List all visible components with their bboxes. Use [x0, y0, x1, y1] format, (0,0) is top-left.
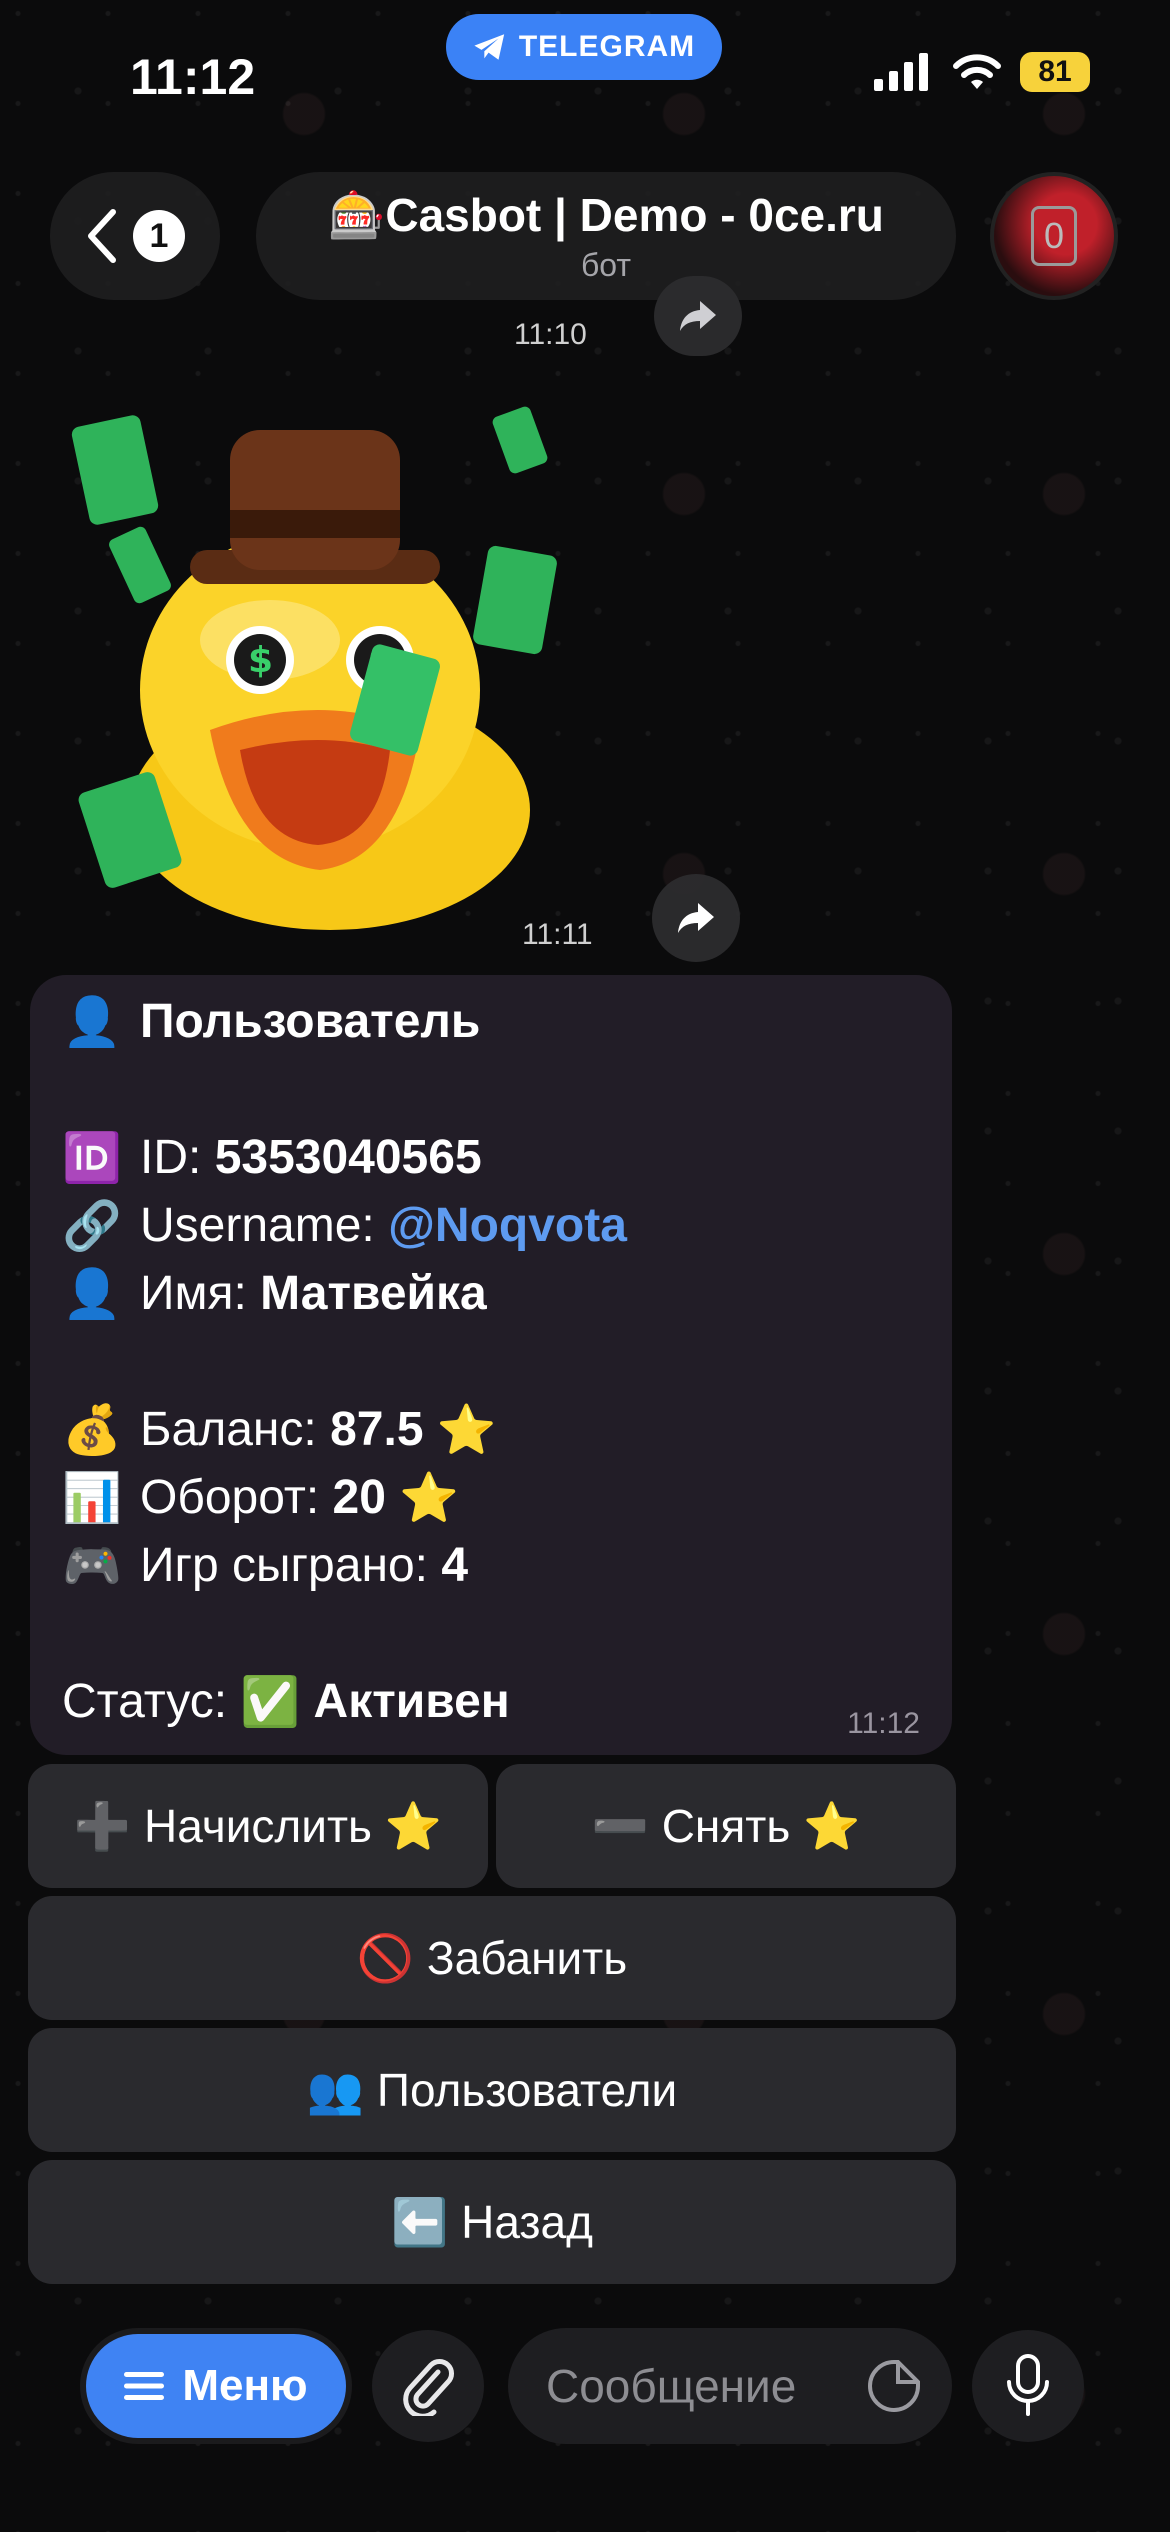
id-value: 5353040565 [214, 1131, 482, 1184]
check-mark-icon: ✅ [240, 1676, 301, 1729]
name-label: Имя: [140, 1267, 247, 1320]
users-list-button[interactable]: 👥 Пользователи [28, 2028, 956, 2152]
name-value: Матвейка [260, 1267, 487, 1320]
chat-title-pill[interactable]: 🎰Casbot | Demo - 0ce.ru бот [256, 172, 956, 300]
username-link[interactable]: @Noqvota [388, 1198, 627, 1253]
id-icon: 🆔 [62, 1132, 122, 1185]
sticker-rich-duck[interactable]: $ $ [60, 390, 600, 950]
voice-record-button[interactable] [972, 2330, 1084, 2442]
message-input-container[interactable] [508, 2328, 952, 2444]
money-bag-icon: 💰 [62, 1404, 122, 1457]
chevron-left-icon [88, 209, 116, 263]
paperclip-icon [403, 2359, 454, 2416]
wifi-icon [953, 54, 1001, 89]
games-row: 🎮 Игр сыграно: 4 [62, 1537, 468, 1594]
turnover-value: 20 [332, 1471, 386, 1524]
balance-label: Баланс: [140, 1403, 317, 1456]
sticker-time: 11:11 [522, 918, 593, 951]
user-icon: 👤 [62, 1268, 122, 1321]
battery-indicator: 81 [1020, 52, 1090, 92]
star-icon: ⭐ [399, 1472, 460, 1525]
user-icon: 👤 [62, 996, 122, 1049]
telegram-icon [474, 34, 504, 60]
bot-avatar[interactable]: 0 [990, 172, 1118, 300]
return-app-label: TELEGRAM [518, 30, 696, 63]
credit-stars-button[interactable]: ➕ Начислить ⭐ [28, 1764, 488, 1888]
back-button[interactable]: 1 [50, 172, 220, 300]
share-button[interactable] [652, 874, 740, 962]
microphone-icon [1007, 2354, 1049, 2416]
star-icon: ⭐ [436, 1404, 497, 1457]
unread-count-badge: 1 [133, 210, 185, 262]
status-value: Активен [313, 1675, 510, 1728]
status-label: Статус: [62, 1675, 228, 1728]
games-label: Игр сыграно: [140, 1539, 428, 1592]
bot-menu-button[interactable]: Меню [86, 2334, 346, 2438]
return-to-app-pill[interactable]: TELEGRAM [446, 14, 722, 80]
sticker-emoji-icon[interactable] [866, 2358, 922, 2414]
balance-value: 87.5 [330, 1403, 424, 1456]
avatar-zero-glyph: 0 [1031, 206, 1077, 266]
share-arrow-icon [678, 903, 714, 933]
link-icon: 🔗 [62, 1200, 122, 1253]
gamepad-icon: 🎮 [62, 1540, 122, 1593]
menu-label: Меню [182, 2361, 308, 2410]
ban-user-button[interactable]: 🚫 Забанить [28, 1896, 956, 2020]
menu-lines-icon [124, 2372, 165, 2400]
username-row: 🔗 Username: @Noqvota [62, 1197, 627, 1254]
balance-row: 💰 Баланс: 87.5 ⭐ [62, 1401, 497, 1458]
cellular-signal-icon [874, 53, 928, 91]
status-row: Статус: ✅ Активен [62, 1673, 510, 1730]
name-row: 👤 Имя: Матвейка [62, 1265, 487, 1322]
turnover-label: Оборот: [140, 1471, 320, 1524]
turnover-row: 📊 Оборот: 20 ⭐ [62, 1469, 459, 1526]
message-time: 11:10 [514, 318, 587, 351]
games-value: 4 [441, 1539, 469, 1592]
message-input[interactable] [544, 2358, 848, 2414]
id-row: 🆔 ID: 5353040565 [62, 1129, 482, 1186]
message-time: 11:12 [847, 1707, 920, 1740]
status-time: 11:12 [130, 49, 256, 105]
share-arrow-icon [680, 301, 716, 331]
chart-icon: 📊 [62, 1472, 122, 1525]
chat-subtitle: бот [580, 247, 632, 283]
username-label: Username: [140, 1199, 375, 1252]
card-heading: Пользователь [140, 995, 481, 1048]
attach-button[interactable] [372, 2330, 484, 2442]
chat-title: 🎰Casbot | Demo - 0ce.ru [328, 189, 884, 241]
status-bar: 11:12 TELEGRAM 81 [0, 0, 1170, 150]
card-heading-row: 👤 Пользователь [62, 993, 480, 1050]
id-label: ID: [140, 1131, 202, 1184]
withdraw-stars-button[interactable]: ➖ Снять ⭐ [496, 1764, 956, 1888]
share-button[interactable] [654, 276, 742, 356]
user-info-message: 👤 Пользователь 🆔 ID: 5353040565 🔗 Userna… [30, 975, 952, 1755]
svg-text:$: $ [248, 640, 273, 681]
back-menu-button[interactable]: ⬅️ Назад [28, 2160, 956, 2284]
